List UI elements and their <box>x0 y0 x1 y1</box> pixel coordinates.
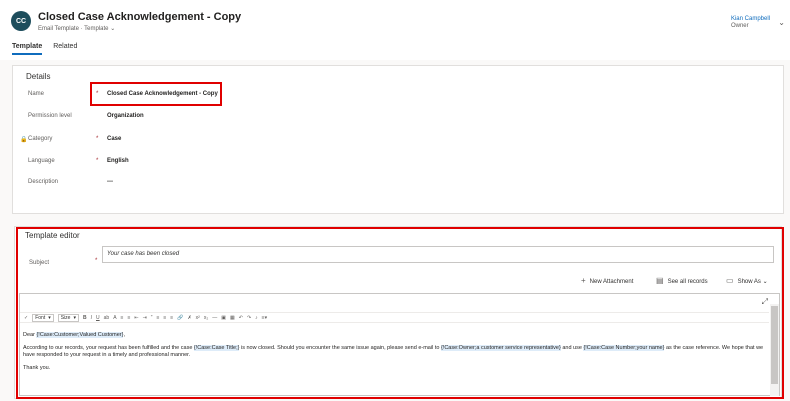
form-selector[interactable]: Template <box>84 26 108 32</box>
field-row-language: Language * English <box>13 158 783 178</box>
section-title: Details <box>26 72 51 81</box>
editor-highlight-box <box>16 227 784 399</box>
record-subtitle: Email Template · Template ⌄ <box>38 25 115 32</box>
field-row-description: Description --- <box>13 179 783 199</box>
field-label: Permission level <box>28 113 72 119</box>
chevron-down-icon[interactable]: ⌄ <box>110 26 115 32</box>
name-highlight-box <box>90 82 222 106</box>
record-header: CC Closed Case Acknowledgement - Copy Em… <box>0 0 790 60</box>
required-marker: * <box>96 136 99 142</box>
owner-field: Kian Campbell Owner <box>731 16 770 29</box>
separator: · <box>80 26 83 32</box>
lock-icon: 🔒 <box>20 137 28 143</box>
field-row-category: 🔒 Category * Case <box>13 136 783 156</box>
category-value: Case <box>107 136 122 142</box>
field-label: Language <box>28 158 55 164</box>
field-label: Description <box>28 179 59 185</box>
description-input[interactable]: --- <box>107 179 113 185</box>
required-marker: * <box>96 158 99 164</box>
avatar: CC <box>11 11 31 31</box>
owner-link[interactable]: Kian Campbell <box>731 16 770 22</box>
field-row-permission: Permission level Organization <box>13 113 783 133</box>
language-select[interactable]: English <box>107 158 129 164</box>
tab-template[interactable]: Template <box>12 43 43 55</box>
field-label: Name <box>28 91 45 97</box>
chevron-down-icon[interactable]: ⌄ <box>778 18 785 27</box>
field-label: Category <box>28 136 53 142</box>
tab-related[interactable]: Related <box>53 43 77 55</box>
record-title: Closed Case Acknowledgement - Copy <box>38 11 242 23</box>
tab-list: Template Related <box>12 43 77 55</box>
permission-level-value[interactable]: Organization <box>107 113 144 119</box>
owner-label: Owner <box>730 23 749 29</box>
entity-name: Email Template <box>38 26 79 32</box>
